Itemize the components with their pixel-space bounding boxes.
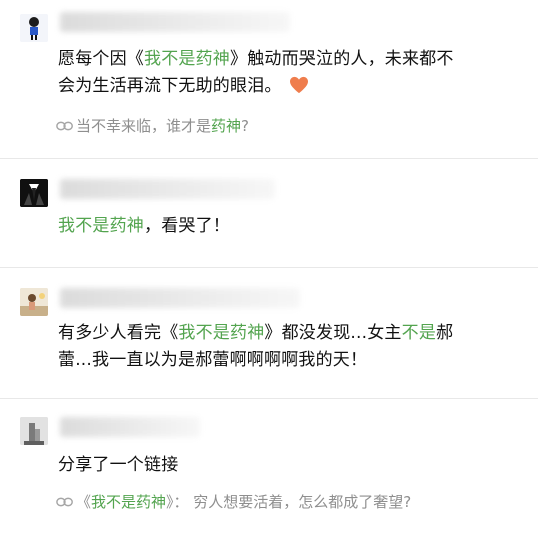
user-meta — [60, 417, 200, 437]
link-icon — [56, 497, 73, 507]
highlighted-keyword: 不是 — [401, 323, 437, 343]
user-meta — [60, 179, 275, 199]
comment-item: 我不是药神，看哭了！ — [0, 159, 538, 267]
heart-emoji-icon — [290, 76, 309, 94]
highlighted-keyword: 我不是药神 — [58, 216, 144, 236]
avatar[interactable] — [20, 417, 48, 445]
link-icon — [56, 121, 73, 131]
avatar-building-icon — [20, 417, 48, 445]
avatar-figure-icon — [20, 14, 48, 42]
user-meta — [60, 12, 290, 32]
comment-text: 分享了一个链接 — [58, 455, 179, 475]
avatar[interactable] — [20, 288, 48, 316]
shared-link[interactable]: 《我不是药神》： 穷人想要活着，怎么都成了奢望? — [56, 492, 518, 512]
avatar[interactable] — [20, 14, 48, 42]
avatar-suit-icon — [20, 179, 48, 207]
comment-item: 愿每个因《我不是药神》触动而哭泣的人，未来都不 会为生活再流下无助的眼泪。 当不… — [0, 0, 538, 158]
highlighted-keyword: 我不是药神 — [144, 49, 230, 69]
related-link[interactable]: 当不幸来临，谁才是药神? — [56, 116, 518, 136]
avatar-photo-icon — [20, 288, 48, 316]
user-meta — [60, 288, 300, 308]
highlighted-keyword: 我不是药神 — [178, 323, 265, 343]
comment-text: 有多少人看完《我不是药神》都没发现...女主不是郝 蕾...我一直以为是郝蕾啊啊… — [58, 323, 454, 370]
comment-item: 有多少人看完《我不是药神》都没发现...女主不是郝 蕾...我一直以为是郝蕾啊啊… — [0, 268, 538, 398]
comment-item: 分享了一个链接 《我不是药神》： 穷人想要活着，怎么都成了奢望? — [0, 399, 538, 537]
comment-text: 我不是药神，看哭了！ — [58, 216, 230, 236]
comment-text: 愿每个因《我不是药神》触动而哭泣的人，未来都不 会为生活再流下无助的眼泪。 — [58, 49, 454, 96]
avatar[interactable] — [20, 179, 48, 207]
